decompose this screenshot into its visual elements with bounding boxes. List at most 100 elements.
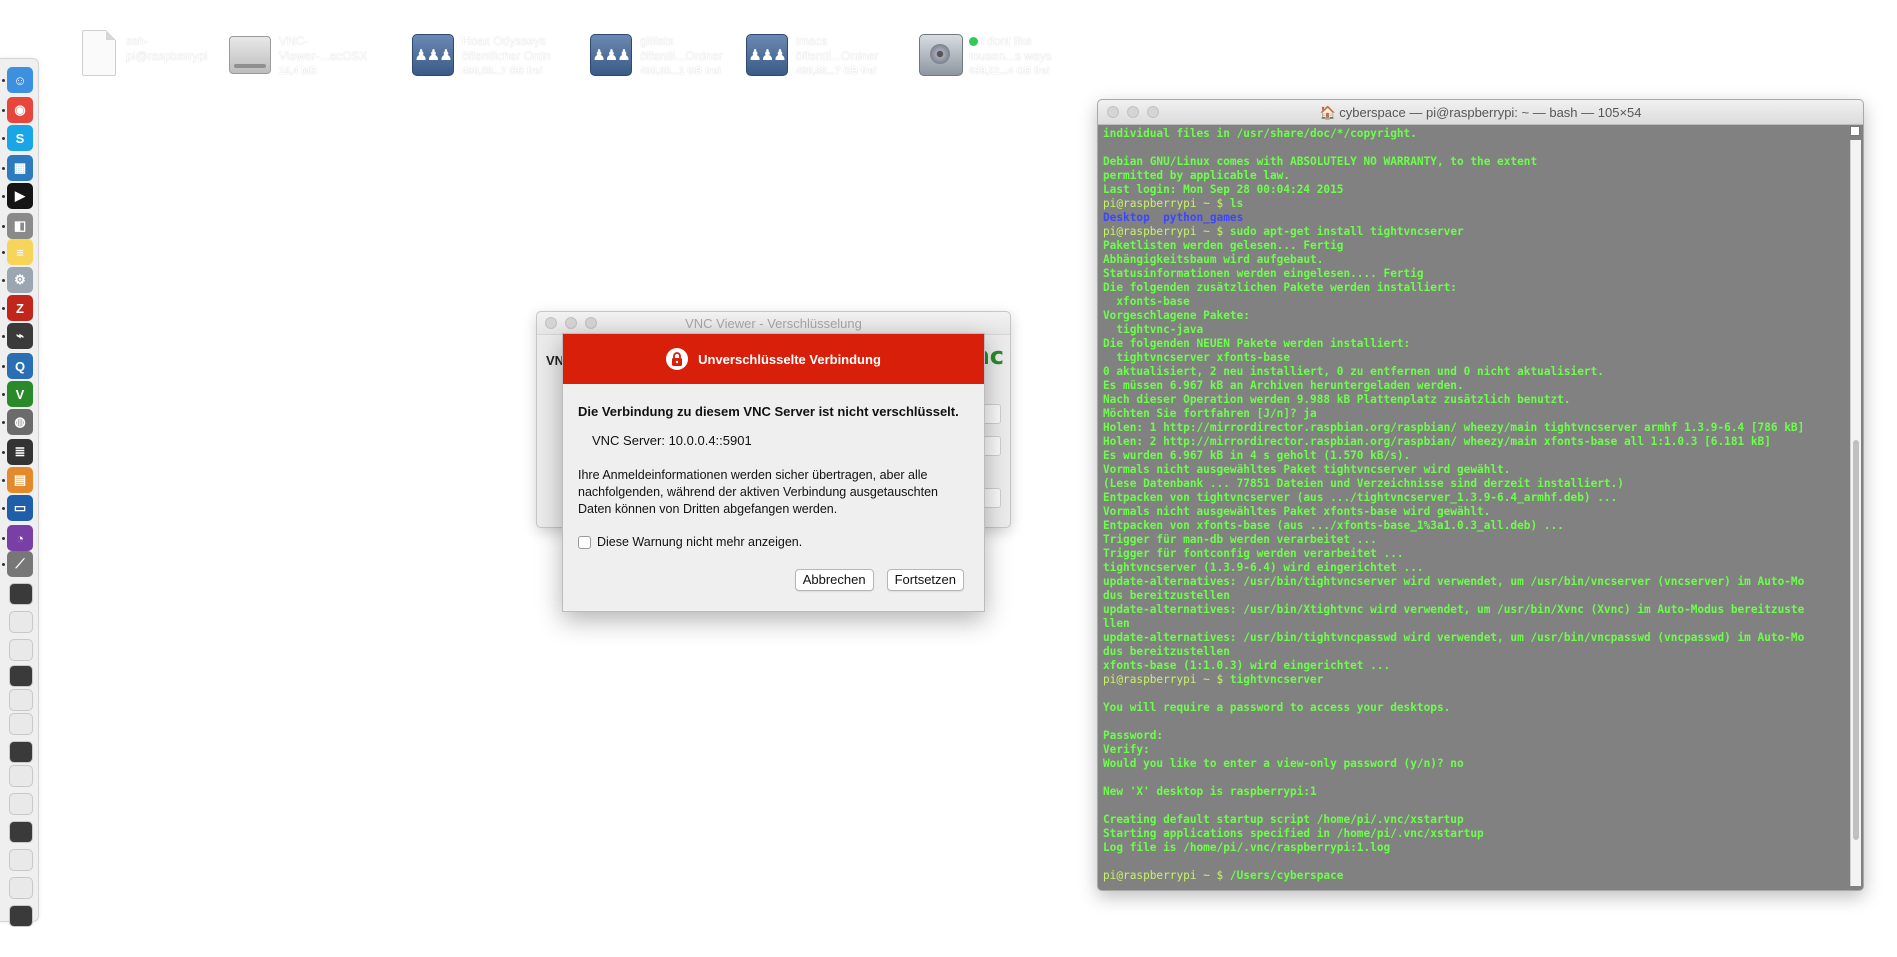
terminal-line: dus bereitzustellen <box>1103 589 1843 603</box>
terminal-text: Möchten Sie fortfahren [J/n]? ja <box>1103 407 1317 420</box>
terminal-scrollbar[interactable] <box>1850 140 1861 886</box>
terminal-text: Verify: <box>1103 743 1150 756</box>
terminal-text: Die folgenden NEUEN Pakete werden instal… <box>1103 337 1411 350</box>
settings-icon[interactable]: ⚙ <box>7 267 33 293</box>
terminal-line: Es müssen 6.967 kB an Archiven herunterg… <box>1103 379 1843 393</box>
skype-icon[interactable]: S <box>7 125 33 151</box>
minimized-window-thumbnail[interactable] <box>9 849 33 871</box>
terminal-line: Log file is /home/pi/.vnc/raspberrypi:1.… <box>1103 841 1843 855</box>
desktop-volume-i-dont-like[interactable]: i dont like tousen...s ways 639,22...4 G… <box>915 28 1052 84</box>
desktop-icon-label: gitlists <box>640 34 674 48</box>
terminal-title: 🏠 cyberspace — pi@raspberrypi: ~ — bash … <box>1319 105 1642 120</box>
terminal-line: Trigger für man-db werden verarbeitet ..… <box>1103 533 1843 547</box>
network-volume-icon: ♟♟♟ <box>742 28 790 80</box>
suppress-warning-checkbox[interactable] <box>578 535 591 549</box>
cancel-button[interactable]: Abbrechen <box>794 569 874 591</box>
scrollbar-thumb[interactable] <box>1853 440 1859 840</box>
terminal-text: (Lese Datenbank ... 77851 Dateien und Ve… <box>1103 477 1624 490</box>
minimized-window-thumbnail[interactable] <box>9 905 33 927</box>
running-indicator <box>2 451 5 454</box>
desktop-volume-hoax-odysseys[interactable]: ♟♟♟ Hoax Odysseys öffentlicher Ordn 498,… <box>408 28 551 84</box>
minimized-window-thumbnail[interactable] <box>9 665 33 687</box>
terminal-text: Entpacken von xfonts-base (aus .../xfont… <box>1103 519 1564 532</box>
checkbox-label[interactable]: Diese Warnung nicht mehr anzeigen. <box>597 535 802 549</box>
running-indicator <box>2 251 5 254</box>
minimized-window-thumbnail[interactable] <box>9 611 33 633</box>
desktop-volume-gitlists[interactable]: ♟♟♟ gitlists öffentli...Ordner 498,88...… <box>586 28 723 84</box>
terminal-line: (Lese Datenbank ... 77851 Dateien und Ve… <box>1103 477 1843 491</box>
console-icon[interactable]: ≣ <box>7 439 33 465</box>
calculator-icon[interactable]: ▤ <box>7 467 33 493</box>
filezilla-icon[interactable]: Z <box>7 295 33 321</box>
finder-icon[interactable]: ☺ <box>7 67 33 93</box>
desktop-file-vnc-viewer[interactable]: VNC- Viewer-...acOSX 18,4 MB <box>225 28 367 84</box>
textedit-icon[interactable]: ▭ <box>7 495 33 521</box>
terminal-text: dus bereitzustellen <box>1103 645 1230 658</box>
terminal-line: Last login: Mon Sep 28 00:04:24 2015 <box>1103 183 1843 197</box>
minimized-window-thumbnail[interactable] <box>9 821 33 843</box>
quicktime-icon[interactable]: Q <box>7 353 33 379</box>
minimized-window-thumbnail[interactable] <box>9 713 33 735</box>
running-indicator <box>2 109 5 112</box>
iterm-icon[interactable]: ▶ <box>7 183 33 209</box>
desktop-volume-imacs[interactable]: ♟♟♟ imacs öffentli...Ordner 498,88...7 G… <box>742 28 879 84</box>
shell-prompt: pi@raspberrypi ~ $ <box>1103 869 1230 882</box>
terminal-line: dus bereitzustellen <box>1103 645 1843 659</box>
chrome-icon[interactable]: ◉ <box>7 97 33 123</box>
minimized-window-thumbnail[interactable] <box>9 583 33 605</box>
disk-utility-icon[interactable]: ◍ <box>7 409 33 435</box>
minimized-window-thumbnail[interactable] <box>9 689 33 711</box>
lock-icon <box>666 348 689 370</box>
minimized-window-thumbnail[interactable] <box>9 765 33 787</box>
terminal-line: Desktop python_games <box>1103 211 1843 225</box>
terminal-text: Vormals nicht ausgewähltes Paket tightvn… <box>1103 463 1511 476</box>
terminal-line: Nach dieser Operation werden 9.988 kB Pl… <box>1103 393 1843 407</box>
terminal-text: xfonts-base <box>1103 295 1190 308</box>
terminal-line: pi@raspberrypi ~ $ tightvncserver <box>1103 673 1843 687</box>
vnc-icon[interactable]: V <box>7 381 33 407</box>
terminal-text: permitted by applicable law. <box>1103 169 1291 182</box>
desktop-icon-size: 498,88...7 GB frei <box>462 66 543 77</box>
running-indicator <box>2 167 5 170</box>
desktop-file-ssh[interactable]: ssh- pi@raspberrypi <box>72 28 208 84</box>
running-indicator <box>2 537 5 540</box>
terminal-line: update-alternatives: /usr/bin/tightvncse… <box>1103 575 1843 589</box>
running-indicator <box>2 195 5 198</box>
dialog-header: Unverschlüsselte Verbindung <box>563 334 984 384</box>
running-indicator <box>2 393 5 396</box>
terminal-text: Password: <box>1103 729 1164 742</box>
terminal-text: Debian GNU/Linux comes with ABSOLUTELY N… <box>1103 155 1538 168</box>
terminal-text: xfonts-base (1:1.0.3) wird eingerichtet … <box>1103 659 1391 672</box>
terminal-output[interactable]: individual files in /usr/share/doc/*/cop… <box>1103 127 1843 886</box>
terminal-resize-icon <box>1850 126 1860 136</box>
terminal-text: Last login: Mon Sep 28 00:04:24 2015 <box>1103 183 1344 196</box>
terminal-text: ls <box>1229 197 1244 210</box>
terminal-line: Holen: 1 http://mirrordirector.raspbian.… <box>1103 421 1843 435</box>
minimized-window-thumbnail[interactable] <box>9 793 33 815</box>
network-tool-icon[interactable]: ▦ <box>7 155 33 181</box>
desktop-icon-label: Viewer-...acOSX <box>279 49 368 63</box>
terminal-text: Vormals nicht ausgewähltes Paket xfonts-… <box>1103 505 1491 518</box>
notes-icon[interactable]: ≡ <box>7 239 33 265</box>
terminal-text: New 'X' desktop is raspberrypi:1 <box>1103 785 1317 798</box>
github-icon[interactable]: ◔ <box>7 525 33 551</box>
wireshark-icon[interactable]: ⌁ <box>7 323 33 349</box>
minimized-window-thumbnail[interactable] <box>9 639 33 661</box>
minimized-window-thumbnail[interactable] <box>9 741 33 763</box>
vnc-window-titlebar[interactable]: VNC Viewer - Verschlüsselung <box>537 312 1010 335</box>
running-indicator <box>2 279 5 282</box>
preview-icon[interactable]: ◧ <box>7 213 33 239</box>
continue-button[interactable]: Fortsetzen <box>886 569 964 591</box>
terminal-line: tightvnc-java <box>1103 323 1843 337</box>
minimized-window-thumbnail[interactable] <box>9 877 33 899</box>
running-indicator <box>2 335 5 338</box>
grapher-icon[interactable]: ⟋ <box>7 551 33 577</box>
desktop-icon-label: öffentli...Ordner <box>796 49 879 63</box>
terminal-titlebar[interactable]: 🏠 cyberspace — pi@raspberrypi: ~ — bash … <box>1098 100 1863 125</box>
desktop-icon-size: 18,4 MB <box>279 66 317 77</box>
dialog-heading: Die Verbindung zu diesem VNC Server ist … <box>578 404 959 419</box>
desktop-icon-label: ssh- <box>126 34 149 48</box>
terminal-text: Would you like to enter a view-only pass… <box>1103 757 1464 770</box>
